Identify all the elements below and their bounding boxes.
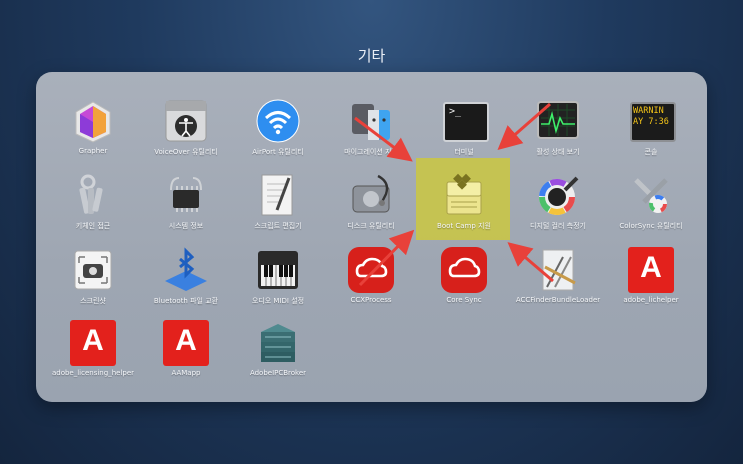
arrow-bottom-left	[358, 229, 415, 287]
arrow-top-left	[354, 116, 413, 162]
arrow-top-right	[497, 102, 551, 150]
annotation-arrows	[354, 102, 554, 287]
arrow-bottom-right	[507, 242, 554, 283]
